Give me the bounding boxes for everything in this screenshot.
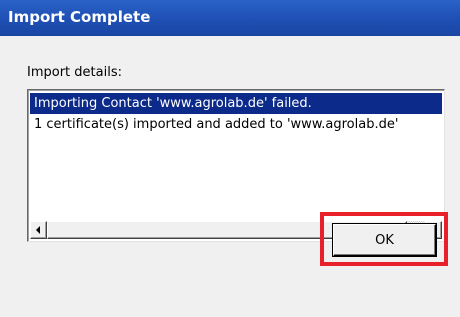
list-item[interactable]: Importing Contact 'www.agrolab.de' faile… xyxy=(30,93,442,114)
list-item[interactable]: 1 certificate(s) imported and added to '… xyxy=(30,114,442,135)
import-complete-dialog: Import Complete Import details: Importin… xyxy=(0,0,460,317)
import-details-label: Import details: xyxy=(27,65,122,80)
ok-button[interactable]: OK xyxy=(333,224,436,256)
title-bar[interactable]: Import Complete xyxy=(0,0,460,36)
dialog-body: Import details: Importing Contact 'www.a… xyxy=(0,36,460,317)
scroll-left-button[interactable] xyxy=(30,221,47,239)
arrow-left-icon xyxy=(36,226,40,234)
window-title: Import Complete xyxy=(8,8,151,26)
list-rows: Importing Contact 'www.agrolab.de' faile… xyxy=(30,93,442,135)
